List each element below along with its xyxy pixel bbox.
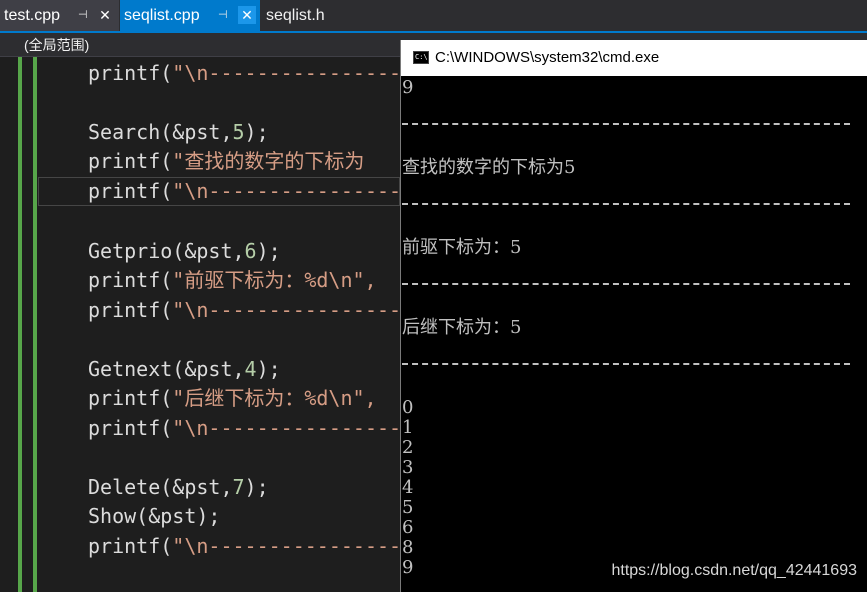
code-token: 4	[244, 357, 257, 381]
code-token: printf(	[88, 268, 173, 292]
code-token: printf(	[88, 298, 173, 322]
code-token: );	[256, 239, 281, 263]
console-line: 4	[402, 477, 414, 498]
code-line: Getnext(&pst,4);	[88, 355, 281, 384]
code-token: printf(	[88, 179, 173, 203]
code-line: Search(&pst,5);	[88, 118, 269, 147]
console-dash-line	[402, 203, 850, 205]
console-line: 前驱下标为：5	[402, 237, 522, 258]
code-token: printf(	[88, 61, 173, 85]
tab-label: test.cpp	[4, 7, 61, 24]
code-token: Getnext(&pst,	[88, 357, 245, 381]
cmd-icon: C:\	[413, 51, 429, 64]
tab-label: seqlist.cpp	[124, 7, 200, 24]
code-line: printf("查找的数字的下标为	[88, 147, 364, 176]
code-line: Getprio(&pst,6);	[88, 237, 281, 266]
console-line: 5	[402, 497, 414, 518]
console-line: 1	[402, 417, 414, 438]
code-line: printf("\n----------------	[88, 177, 400, 206]
console-dash-line	[402, 363, 850, 365]
code-token: Delete(&pst,	[88, 475, 233, 499]
console-line: 6	[402, 517, 414, 538]
code-token: Show(&pst);	[88, 504, 221, 528]
console-line: 9	[402, 557, 414, 578]
code-token: 6	[244, 239, 257, 263]
code-token: "后继下标为：%d\n",	[172, 386, 377, 410]
console-line: 9	[402, 77, 414, 98]
close-icon[interactable]: ✕	[96, 6, 114, 24]
tab-test-cpp[interactable]: test.cpp ⊣ ✕	[0, 0, 119, 31]
console-line: 0	[402, 397, 414, 418]
code-token: Getprio(&pst,	[88, 239, 245, 263]
code-line: printf("\n----------------	[88, 296, 400, 325]
scope-dropdown[interactable]: (全局范围)	[24, 33, 89, 57]
document-tab-bar: test.cpp ⊣ ✕ seqlist.cpp ⊣ ✕ seqlist.h	[0, 0, 867, 33]
console-line: 3	[402, 457, 414, 478]
code-token: 5	[232, 120, 245, 144]
change-indicator-bar	[18, 57, 22, 592]
code-token: printf(	[88, 386, 173, 410]
code-token: printf(	[88, 416, 173, 440]
code-token: printf(	[88, 149, 173, 173]
cmd-console-window[interactable]: C:\ C:\WINDOWS\system32\cmd.exe 9 查找的数字的…	[400, 40, 867, 592]
code-line: printf("\n----------------	[88, 414, 400, 443]
code-line: printf("前驱下标为：%d\n",	[88, 266, 377, 295]
pin-icon[interactable]: ⊣	[218, 0, 228, 31]
code-token: "\n----------------	[172, 61, 400, 85]
console-line: 后继下标为：5	[402, 317, 522, 338]
code-editor[interactable]: printf("\n---------------- Search(&pst,5…	[40, 57, 400, 592]
code-line: printf("\n----------------	[88, 59, 400, 88]
tab-label: seqlist.h	[266, 7, 325, 24]
cmd-window-title: C:\WINDOWS\system32\cmd.exe	[435, 49, 660, 66]
code-token: "\n----------------	[172, 416, 400, 440]
tab-seqlist-cpp[interactable]: seqlist.cpp ⊣ ✕	[120, 0, 260, 31]
console-output[interactable]: 9 查找的数字的下标为5 前驱下标为：5 后继下标为：5 0 1 2 3 4 5…	[401, 76, 867, 592]
code-token: "\n----------------	[172, 534, 400, 558]
code-token: Search(&pst,	[88, 120, 233, 144]
code-line: Delete(&pst,7);	[88, 473, 269, 502]
code-token: 7	[232, 475, 245, 499]
code-line: printf("后继下标为：%d\n",	[88, 384, 377, 413]
pin-icon[interactable]: ⊣	[78, 0, 88, 31]
console-line: 查找的数字的下标为5	[402, 157, 576, 178]
console-dash-line	[402, 123, 850, 125]
code-token: );	[244, 120, 269, 144]
code-line: printf("\n----------------	[88, 532, 400, 561]
console-dash-line	[402, 283, 850, 285]
change-indicator-bar	[33, 57, 37, 592]
code-token: printf(	[88, 534, 173, 558]
code-token: );	[256, 357, 281, 381]
code-line: Show(&pst);	[88, 502, 220, 531]
console-line: 8	[402, 537, 414, 558]
watermark-text: https://blog.csdn.net/qq_42441693	[611, 562, 857, 579]
close-icon[interactable]: ✕	[238, 6, 256, 24]
tab-seqlist-h[interactable]: seqlist.h	[262, 0, 382, 31]
cmd-title-bar[interactable]: C:\ C:\WINDOWS\system32\cmd.exe	[401, 40, 867, 76]
code-token: "查找的数字的下标为	[172, 149, 365, 173]
code-token: "前驱下标为：%d\n",	[172, 268, 377, 292]
code-token: "\n----------------	[172, 179, 400, 203]
console-line: 2	[402, 437, 414, 458]
code-token: );	[244, 475, 269, 499]
code-token: "\n----------------	[172, 298, 400, 322]
